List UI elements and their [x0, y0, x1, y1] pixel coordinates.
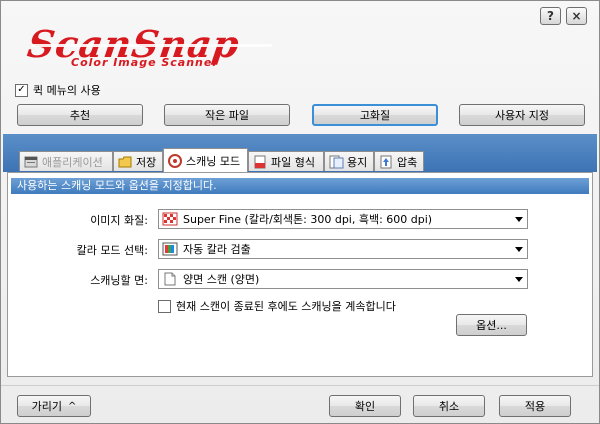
quick-menu-check-icon[interactable]: ✓	[15, 83, 28, 97]
logo-swoosh	[31, 44, 273, 47]
image-quality-dropdown[interactable]: Super Fine (칼라/회색톤: 300 dpi, 흑백: 600 dpi…	[158, 209, 528, 229]
options-button[interactable]: 옵션...	[456, 314, 527, 336]
chevron-up-icon: ^	[67, 400, 77, 412]
continue-scan-checkbox[interactable]: 현재 스캔이 종료된 후에도 스캐닝을 계속합니다	[158, 298, 396, 314]
chevron-down-icon[interactable]	[515, 277, 523, 282]
help-icon: ?	[547, 9, 554, 23]
close-icon: ×	[571, 9, 582, 23]
file-format-icon	[253, 155, 268, 169]
scan-side-value: 양면 스캔 (양면)	[183, 273, 260, 286]
preset-high-quality-label: 고화질	[359, 109, 391, 122]
hide-button[interactable]: 가리기 ^	[17, 395, 91, 417]
tab-save-label: 저장	[136, 155, 157, 169]
paper-icon	[329, 155, 344, 169]
tab-scan-mode-label: 스캐닝 모드	[186, 154, 241, 168]
image-quality-value: Super Fine (칼라/회색톤: 300 dpi, 흑백: 600 dpi…	[183, 213, 433, 226]
tab-paper[interactable]: 용지	[324, 151, 374, 171]
color-mode-value: 자동 칼라 검출	[183, 243, 251, 256]
quick-menu-checkbox[interactable]: ✓ 퀵 메뉴의 사용	[15, 82, 101, 98]
quick-menu-label: 퀵 메뉴의 사용	[33, 84, 101, 97]
ok-button-label: 확인	[354, 400, 376, 413]
color-mode-icon	[162, 242, 178, 256]
cancel-button[interactable]: 취소	[413, 395, 485, 417]
tab-application[interactable]: 애플리케이션	[19, 151, 113, 171]
image-quality-label: 이미지 화질:	[90, 214, 148, 227]
close-button[interactable]: ×	[566, 7, 587, 25]
tab-compression-label: 압축	[397, 155, 418, 169]
application-icon	[24, 155, 39, 169]
preset-small-file-button[interactable]: 작은 파일	[164, 104, 290, 126]
scan-mode-icon	[168, 153, 183, 168]
continue-scan-check-icon[interactable]	[158, 299, 171, 313]
tab-file-format-label: 파일 형식	[271, 155, 315, 169]
color-mode-label: 칼라 모드 선택:	[76, 244, 148, 257]
checker-icon	[162, 212, 178, 226]
apply-button-label: 적용	[524, 400, 546, 413]
ok-button[interactable]: 확인	[329, 395, 401, 417]
tab-file-format[interactable]: 파일 형식	[248, 151, 324, 171]
panel-description: 사용하는 스캐닝 모드와 옵션을 지정합니다.	[11, 178, 589, 194]
preset-custom-button[interactable]: 사용자 지정	[459, 104, 585, 126]
logo-subtitle: Color Image Scanner	[71, 56, 219, 69]
folder-icon	[118, 155, 133, 169]
scansnap-logo: ScanSnap Color Image Scanner	[25, 22, 288, 73]
scansnap-settings-window: ? × ScanSnap Color Image Scanner ✓ 퀵 메뉴의…	[0, 0, 600, 424]
preset-small-file-label: 작은 파일	[205, 109, 249, 122]
cancel-button-label: 취소	[438, 400, 460, 413]
tab-scan-mode[interactable]: 스캐닝 모드	[163, 148, 248, 172]
help-button[interactable]: ?	[540, 7, 561, 25]
chevron-down-icon[interactable]	[515, 217, 523, 222]
tab-application-label: 애플리케이션	[42, 155, 103, 169]
color-mode-dropdown[interactable]: 자동 칼라 검출	[158, 239, 528, 259]
scan-mode-panel: 사용하는 스캐닝 모드와 옵션을 지정합니다. 이미지 화질: Super Fi…	[7, 172, 593, 377]
apply-button[interactable]: 적용	[499, 395, 571, 417]
scan-side-label: 스캐닝할 면:	[90, 274, 148, 287]
duplex-icon	[162, 272, 178, 286]
settings-tab-strip: 애플리케이션 저장 스캐닝 모드 파일 형식 용지 압축	[3, 134, 597, 172]
preset-custom-label: 사용자 지정	[494, 109, 550, 122]
hide-button-label: 가리기	[31, 400, 62, 413]
scan-side-dropdown[interactable]: 양면 스캔 (양면)	[158, 269, 528, 289]
preset-high-quality-button[interactable]: 고화질	[312, 104, 438, 126]
tab-save[interactable]: 저장	[113, 151, 163, 171]
tab-paper-label: 용지	[347, 155, 368, 169]
chevron-down-icon[interactable]	[515, 247, 523, 252]
footer-divider	[1, 385, 599, 386]
compression-icon	[379, 155, 394, 169]
options-button-label: 옵션...	[476, 319, 507, 332]
continue-scan-label: 현재 스캔이 종료된 후에도 스캐닝을 계속합니다	[176, 300, 396, 313]
tab-compression[interactable]: 압축	[374, 151, 424, 171]
preset-recommended-label: 추천	[69, 109, 91, 122]
preset-recommended-button[interactable]: 추천	[17, 104, 143, 126]
